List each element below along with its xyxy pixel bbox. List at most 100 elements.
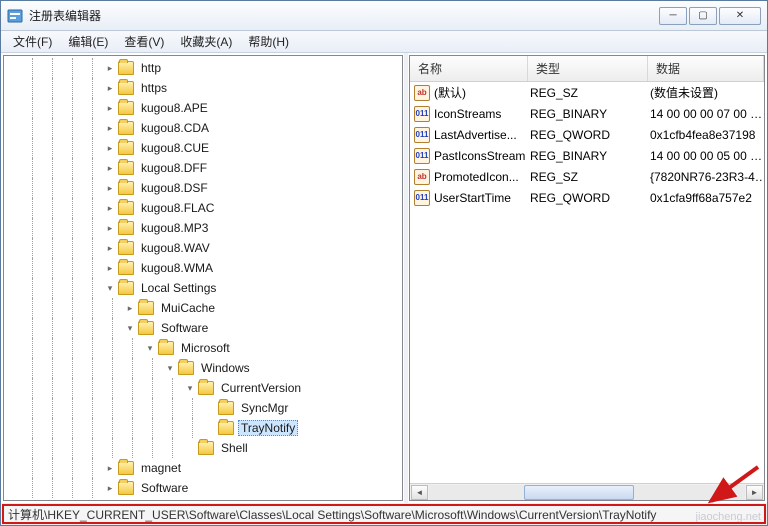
tree-item[interactable]: ▸kugou8.CDA (4, 118, 402, 138)
tree-item[interactable]: ▾Windows (4, 358, 402, 378)
tree-item-label: kugou8.MP3 (138, 220, 211, 236)
folder-icon (118, 261, 134, 275)
scroll-right-icon[interactable]: ► (746, 485, 763, 500)
expand-icon[interactable]: ▸ (104, 122, 116, 134)
value-name: IconStreams (434, 107, 501, 121)
binary-value-icon: 011 (414, 148, 430, 164)
tree-item[interactable]: ▸ kugou8.FLAC (4, 198, 402, 218)
list-row[interactable]: ab(默认)REG_SZ(数值未设置) (410, 82, 764, 103)
tree-item-label: Software (158, 320, 211, 336)
col-data[interactable]: 数据 (648, 56, 764, 81)
folder-icon (158, 341, 174, 355)
folder-icon (118, 101, 134, 115)
expand-icon[interactable]: ▸ (104, 242, 116, 254)
close-button[interactable]: ✕ (719, 7, 761, 25)
tree-item[interactable]: ▸Software (4, 478, 402, 498)
tree-item[interactable]: ▸ kugou8.DFF (4, 158, 402, 178)
menu-edit[interactable]: 编辑(E) (60, 31, 116, 52)
expand-icon[interactable]: ▸ (104, 142, 116, 154)
expand-icon[interactable]: ▸ (104, 82, 116, 94)
tree-item-label: magnet (138, 460, 184, 476)
expand-icon[interactable]: ▸ (124, 302, 136, 314)
tree-item-label: kugou8.FLAC (138, 200, 217, 216)
expand-icon[interactable]: ▸ (104, 202, 116, 214)
tree-item[interactable]: ▸http (4, 58, 402, 78)
statusbar: 计算机\HKEY_CURRENT_USER\Software\Classes\L… (2, 504, 766, 524)
value-type: REG_BINARY (530, 149, 650, 163)
tree-item[interactable]: ▸kugou8.WAV (4, 238, 402, 258)
menu-help[interactable]: 帮助(H) (240, 31, 297, 52)
tree-item[interactable]: ▾CurrentVersion (4, 378, 402, 398)
tree-item-label: kugou8.DSF (138, 180, 211, 196)
collapse-icon[interactable]: ▾ (184, 382, 196, 394)
list-row[interactable]: 011IconStreamsREG_BINARY14 00 00 00 07 0… (410, 103, 764, 124)
tree-item[interactable]: ▸TrayNotify (4, 418, 402, 438)
folder-icon (118, 461, 134, 475)
value-data: {7820NR76-23R3-4… (650, 170, 764, 184)
window-title: 注册表编辑器 (29, 7, 659, 24)
folder-icon (118, 281, 134, 295)
tree-item[interactable]: ▸ kugou8.MP3 (4, 218, 402, 238)
scroll-thumb[interactable] (524, 485, 635, 500)
list-body: ab(默认)REG_SZ(数值未设置) 011 IconStreams REG_BIN… (410, 82, 764, 483)
value-type: REG_SZ (530, 170, 650, 184)
col-name[interactable]: 名称 (410, 56, 528, 81)
registry-editor-window: 注册表编辑器 ─ ▢ ✕ 文件(F) 编辑(E) 查看(V) 收藏夹(A) 帮助… (0, 0, 768, 526)
folder-icon (118, 181, 134, 195)
tree-pane[interactable]: ▸http▸https▸kugou8.APE▸kugou8.CDA▸kugou8… (3, 55, 403, 501)
folder-icon (118, 201, 134, 215)
tree-item-label: Microsoft (178, 340, 233, 356)
expand-icon[interactable]: ▸ (104, 182, 116, 194)
expand-icon[interactable]: ▸ (104, 462, 116, 474)
folder-icon (218, 401, 234, 415)
list-row[interactable]: 011LastAdvertise...REG_QWORD0x1cfb4fea8e… (410, 124, 764, 145)
expand-icon[interactable]: ▸ (104, 222, 116, 234)
tree-item[interactable]: ▸kugou8.WMA (4, 258, 402, 278)
scroll-track[interactable] (429, 485, 745, 500)
folder-icon (118, 221, 134, 235)
tree-item[interactable]: ▾ Software (4, 318, 402, 338)
menu-favorites[interactable]: 收藏夹(A) (172, 31, 240, 52)
folder-icon (218, 421, 234, 435)
tree-item[interactable]: ▾ Microsoft (4, 338, 402, 358)
tree-item[interactable]: ▸Shell (4, 438, 402, 458)
list-row[interactable]: 011PastIconsStreamREG_BINARY14 00 00 00 … (410, 145, 764, 166)
collapse-icon[interactable]: ▾ (124, 322, 136, 334)
value-type: REG_BINARY (530, 107, 650, 121)
col-type[interactable]: 类型 (528, 56, 648, 81)
tree-item[interactable]: ▸kugou8.APE (4, 98, 402, 118)
menu-view[interactable]: 查看(V) (116, 31, 172, 52)
minimize-button[interactable]: ─ (659, 7, 687, 25)
list-row[interactable]: 011UserStartTimeREG_QWORD0x1cfa9ff68a757… (410, 187, 764, 208)
scroll-left-icon[interactable]: ◄ (411, 485, 428, 500)
expand-icon[interactable]: ▸ (104, 62, 116, 74)
tree-item[interactable]: ▸ magnet (4, 458, 402, 478)
collapse-icon[interactable]: ▾ (144, 342, 156, 354)
tree-item-label: TrayNotify (238, 420, 298, 436)
tree-item[interactable]: ▸SyncMgr (4, 398, 402, 418)
maximize-button[interactable]: ▢ (689, 7, 717, 25)
tree-item[interactable]: ▸ kugou8.DSF (4, 178, 402, 198)
tree-item-label: MuiCache (158, 300, 218, 316)
tree-item[interactable]: ▸ MuiCache (4, 298, 402, 318)
tree-item-label: kugou8.DFF (138, 160, 210, 176)
collapse-icon[interactable]: ▾ (164, 362, 176, 374)
folder-icon (198, 441, 214, 455)
list-hscroll[interactable]: ◄ ► (410, 483, 764, 500)
tree-item[interactable]: ▸kugou8.CUE (4, 138, 402, 158)
binary-value-icon: 011 (414, 127, 430, 143)
value-data: 14 00 00 00 05 00 … (650, 149, 764, 163)
tree-item[interactable]: ▾Local Settings (4, 278, 402, 298)
collapse-icon[interactable]: ▾ (104, 282, 116, 294)
expand-icon[interactable]: ▸ (104, 162, 116, 174)
list-row[interactable]: abPromotedIcon...REG_SZ{7820NR76-23R3-4… (410, 166, 764, 187)
value-data: (数值未设置) (650, 84, 764, 101)
expand-icon[interactable]: ▸ (104, 482, 116, 494)
string-value-icon: ab (414, 169, 430, 185)
expand-icon[interactable]: ▸ (104, 262, 116, 274)
expand-icon[interactable]: ▸ (104, 102, 116, 114)
titlebar[interactable]: 注册表编辑器 ─ ▢ ✕ (1, 1, 767, 31)
tree-item[interactable]: ▸https (4, 78, 402, 98)
splitter[interactable] (404, 53, 408, 503)
menu-file[interactable]: 文件(F) (5, 31, 60, 52)
